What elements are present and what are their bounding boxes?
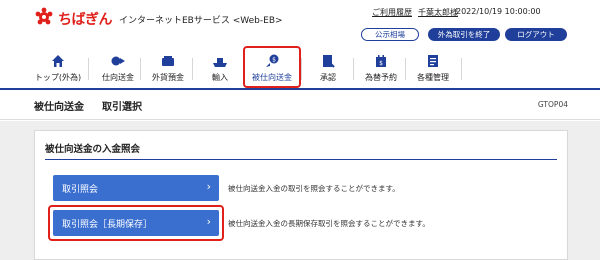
nav-inward-remittance[interactable]: $ 被仕向送金	[243, 46, 301, 88]
nav-management[interactable]: 各種管理	[405, 48, 461, 88]
forward-contract-icon: $	[376, 55, 386, 67]
header: ちばぎん インターネットEBサービス <Web-EB> ご利用履歴 千葉太郎様 …	[0, 0, 600, 44]
nav-label: トップ(外為)	[34, 73, 82, 82]
bank-logo-text: ちばぎん	[58, 12, 113, 28]
svg-text:$: $	[272, 57, 276, 64]
breadcrumb-section: 被仕向送金	[34, 102, 84, 113]
outward-remittance-icon	[111, 56, 125, 66]
panel-title: 被仕向送金の入金照会	[45, 144, 141, 155]
global-nav: トップ(外為) 仕向送金 外貨預金 輸入 $ 被仕向送金 承認 $ 為替予約 各…	[0, 44, 600, 88]
nav-label: 輸入	[212, 73, 228, 82]
chibagin-logo-icon	[35, 7, 53, 25]
chevron-right-icon: ›	[206, 215, 211, 228]
inward-remittance-inquiry-panel: 被仕向送金の入金照会 取引照会 › 被仕向送金入金の取引を照会することができます…	[34, 130, 568, 260]
long-term-inquiry-button[interactable]: 取引照会［長期保存］ ›	[53, 210, 219, 236]
inward-remittance-icon: $	[266, 54, 279, 67]
usage-history-link[interactable]: ご利用履歴	[372, 7, 412, 18]
nav-label: 承認	[320, 73, 336, 82]
approval-icon	[323, 55, 335, 68]
nav-label: 為替予約	[365, 73, 397, 82]
chevron-right-icon: ›	[206, 180, 211, 193]
foreign-deposit-icon	[162, 56, 174, 66]
nav-forward-contract[interactable]: $ 為替予約	[353, 48, 409, 88]
nav-approval[interactable]: 承認	[300, 48, 356, 88]
screen-id: GTOP04	[537, 100, 568, 109]
nav-foreign-deposit[interactable]: 外貨預金	[140, 48, 196, 88]
login-datetime: 2022/10/19 10:00:00	[456, 7, 541, 16]
button-label: 取引照会	[62, 185, 99, 195]
logout-button[interactable]: ログアウト	[505, 28, 567, 41]
public-rates-button[interactable]: 公示相場	[361, 28, 419, 41]
user-name[interactable]: 千葉太郎様	[418, 7, 458, 18]
management-icon	[428, 55, 438, 67]
nav-label: 被仕向送金	[252, 73, 292, 82]
panel-title-rule	[45, 159, 557, 160]
nav-label: 仕向送金	[102, 73, 134, 82]
breadcrumb: 被仕向送金 取引選択 GTOP04	[0, 90, 600, 120]
home-icon	[52, 55, 64, 67]
svg-text:$: $	[379, 60, 383, 67]
transaction-inquiry-button[interactable]: 取引照会 ›	[53, 175, 219, 201]
nav-outward-remittance[interactable]: 仕向送金	[90, 48, 146, 88]
end-fx-button[interactable]: 外為取引を終了	[428, 28, 500, 41]
import-icon	[213, 58, 227, 67]
service-name: インターネットEBサービス <Web-EB>	[119, 16, 283, 26]
transaction-inquiry-description: 被仕向送金入金の取引を照会することができます。	[228, 184, 400, 193]
long-term-inquiry-description: 被仕向送金入金の長期保存取引を照会することができます。	[228, 219, 430, 228]
nav-label: 各種管理	[417, 73, 449, 82]
nav-top-fx[interactable]: トップ(外為)	[30, 48, 86, 88]
nav-import[interactable]: 輸入	[192, 48, 248, 88]
nav-label: 外貨預金	[152, 73, 184, 82]
page-title: 取引選択	[102, 102, 142, 113]
button-label: 取引照会［長期保存］	[62, 220, 153, 230]
